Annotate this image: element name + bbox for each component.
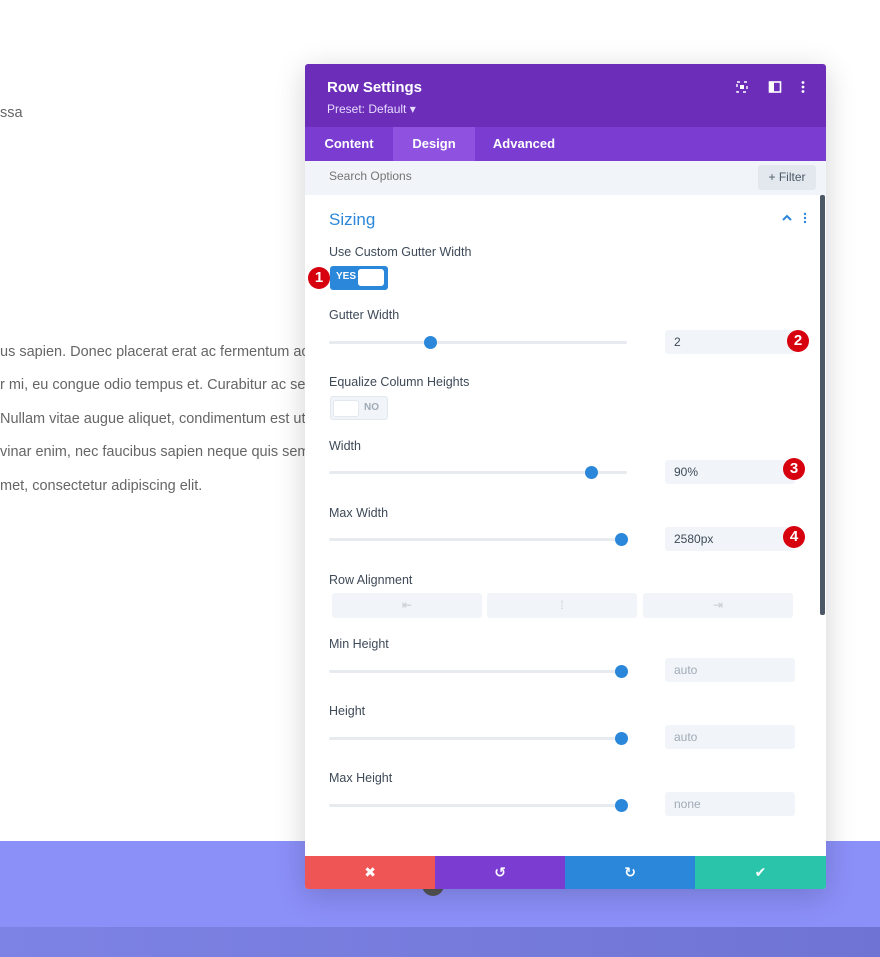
bg-text-line: us sapien. Donec placerat erat ac fermen…	[0, 344, 316, 360]
bg-color-band-lower	[0, 927, 880, 957]
width-label: Width	[329, 439, 361, 453]
custom-gutter-toggle[interactable]: YES	[330, 266, 388, 290]
tab-content[interactable]: Content	[305, 127, 393, 161]
toggle-knob	[333, 400, 359, 417]
height-input[interactable]: auto	[665, 725, 795, 749]
height-slider[interactable]	[329, 732, 628, 745]
section-more-icon[interactable]	[802, 212, 808, 227]
gutter-width-slider-knob[interactable]	[423, 336, 437, 349]
preset-dropdown[interactable]: Preset: Default ▾	[327, 102, 416, 116]
bg-text-line: Nullam vitae augue aliquet, condimentum …	[0, 411, 321, 427]
sidebar-icon[interactable]	[768, 80, 782, 94]
filter-button[interactable]: + Filter	[758, 165, 816, 190]
section-title-sizing[interactable]: Sizing	[329, 210, 375, 230]
save-button[interactable]: ✔	[695, 856, 826, 889]
gutter-width-slider[interactable]	[329, 336, 627, 349]
custom-gutter-label: Use Custom Gutter Width	[329, 245, 472, 259]
row-settings-modal: Row Settings Preset: Default ▾ Content D…	[305, 64, 826, 889]
expand-icon[interactable]	[735, 80, 749, 94]
more-icon[interactable]	[796, 80, 810, 94]
annotation-badge-3: 3	[783, 458, 805, 480]
toggle-knob	[358, 269, 384, 286]
collapse-caret-icon[interactable]	[781, 212, 793, 227]
max-height-label: Max Height	[329, 771, 393, 785]
max-width-slider-knob[interactable]	[614, 533, 628, 546]
equalize-heights-toggle[interactable]: NO	[330, 396, 388, 420]
max-height-slider-knob[interactable]	[614, 799, 628, 812]
toggle-yes-text: YES	[336, 271, 357, 282]
toggle-no-text: NO	[364, 402, 379, 413]
min-height-slider-knob[interactable]	[614, 665, 628, 678]
scrollbar[interactable]	[820, 195, 825, 615]
undo-button[interactable]: ↺	[435, 856, 566, 889]
max-height-slider[interactable]	[329, 799, 628, 812]
align-center-button[interactable]: ⁞	[487, 593, 637, 618]
gutter-width-input[interactable]: 2	[665, 330, 795, 354]
gutter-width-label: Gutter Width	[329, 308, 400, 322]
search-input[interactable]	[329, 169, 629, 183]
max-width-label: Max Width	[329, 506, 389, 520]
align-left-button[interactable]: ⇤	[332, 593, 482, 618]
width-slider-knob[interactable]	[584, 466, 598, 479]
bg-text-line: r mi, eu congue odio tempus et. Curabitu…	[0, 377, 318, 393]
annotation-badge-2: 2	[787, 330, 809, 352]
align-right-button[interactable]: ⇥	[643, 593, 793, 618]
max-width-slider[interactable]	[329, 533, 628, 546]
tab-bar: Content Design Advanced	[305, 127, 826, 161]
row-alignment-label: Row Alignment	[329, 573, 413, 587]
redo-button[interactable]: ↻	[565, 856, 696, 889]
tab-design[interactable]: Design	[393, 127, 475, 161]
tab-advanced[interactable]: Advanced	[475, 127, 573, 161]
modal-header: Row Settings Preset: Default ▾	[305, 64, 826, 127]
max-width-input[interactable]: 2580px	[665, 527, 795, 551]
modal-footer: ✖ ↺ ↻ ✔	[305, 856, 826, 889]
min-height-slider[interactable]	[329, 665, 628, 678]
min-height-label: Min Height	[329, 637, 389, 651]
bg-text-line: ssa	[0, 105, 23, 121]
height-label: Height	[329, 704, 366, 718]
search-bar: + Filter	[305, 161, 826, 195]
equalize-heights-label: Equalize Column Heights	[329, 375, 470, 389]
height-slider-knob[interactable]	[614, 732, 628, 745]
max-height-input[interactable]: none	[665, 792, 795, 816]
min-height-input[interactable]: auto	[665, 658, 795, 682]
bg-text-line: met, consectetur adipiscing elit.	[0, 478, 203, 494]
width-slider[interactable]	[329, 466, 627, 479]
annotation-badge-1: 1	[308, 267, 330, 289]
width-input[interactable]: 90%	[665, 460, 795, 484]
cancel-button[interactable]: ✖	[305, 856, 436, 889]
modal-title: Row Settings	[327, 79, 423, 96]
annotation-badge-4: 4	[783, 526, 805, 548]
bg-text-line: vinar enim, nec faucibus sapien neque qu…	[0, 444, 328, 460]
